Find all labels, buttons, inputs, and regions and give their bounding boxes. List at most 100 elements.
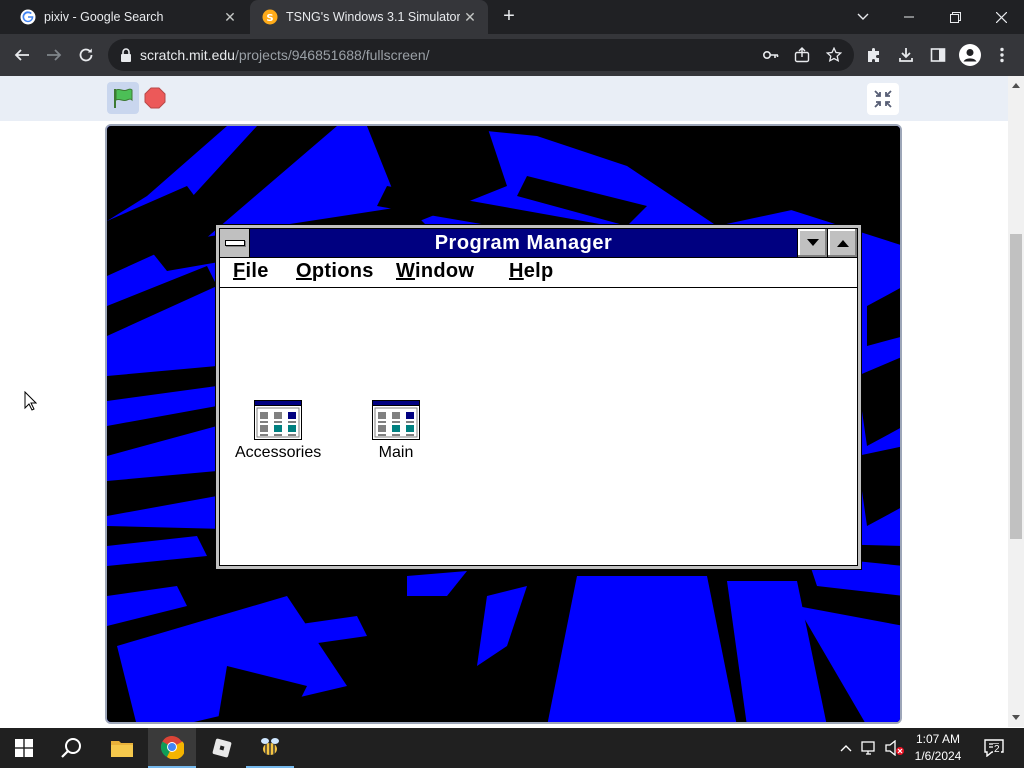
tab-google-search[interactable]: pixiv - Google Search ✕ [8, 0, 248, 34]
notifications-button[interactable]: 2 [980, 738, 1008, 758]
green-flag-button[interactable] [107, 82, 139, 114]
triangle-up-icon [836, 240, 849, 247]
side-panel-button[interactable] [924, 41, 952, 69]
more-vertical-icon [1000, 47, 1004, 63]
browser-toolbar: scratch.mit.edu/projects/946851688/fulls… [0, 34, 1024, 76]
scratch-icon: S [262, 9, 278, 25]
menu-accelerator: O [296, 260, 312, 282]
menu-window[interactable]: Window [396, 260, 474, 283]
taskbar-chrome[interactable] [148, 728, 196, 768]
close-window-button[interactable] [978, 0, 1024, 34]
bee-icon [261, 738, 279, 755]
arrow-right-icon [47, 49, 62, 61]
google-g-icon [20, 9, 36, 25]
volume-status[interactable] [884, 738, 906, 758]
group-icon-accessories[interactable]: Accessories [235, 400, 321, 462]
program-manager-workspace: Accessories Main [220, 289, 857, 565]
system-menu-button[interactable] [220, 229, 250, 257]
share-icon[interactable] [794, 47, 810, 63]
close-icon [995, 11, 1007, 23]
close-icon[interactable]: ✕ [460, 9, 480, 26]
address-bar[interactable]: scratch.mit.edu/projects/946851688/fulls… [108, 39, 854, 71]
tab-scratch-project[interactable]: S TSNG's Windows 3.1 Simulator on Scratc… [250, 0, 488, 34]
taskbar-clock[interactable]: 1:07 AM 1/6/2024 [904, 731, 972, 765]
volume-muted-icon [885, 740, 904, 756]
network-icon [861, 741, 875, 755]
triangle-down-icon [806, 239, 819, 246]
exit-fullscreen-button[interactable] [867, 83, 899, 115]
reload-button[interactable] [72, 41, 100, 69]
clock-date: 1/6/2024 [914, 749, 962, 763]
extensions-button[interactable] [860, 41, 888, 69]
restore-icon [949, 11, 961, 23]
program-manager-frame: Program Manager File Options Window Help [219, 228, 858, 566]
forward-button[interactable] [40, 41, 68, 69]
window-title: Program Manager [434, 232, 613, 254]
scroll-down-icon[interactable] [1012, 715, 1020, 721]
download-icon [899, 48, 913, 62]
stop-button[interactable] [143, 86, 167, 110]
taskbar-bee-app[interactable] [246, 728, 294, 768]
star-icon[interactable] [826, 47, 842, 63]
url-path: /projects/946851688/fullscreen/ [234, 47, 430, 63]
group-icon-main[interactable]: Main [372, 400, 420, 462]
menu-label: indow [415, 260, 475, 282]
new-tab-button[interactable]: + [498, 6, 520, 28]
browser-tab-strip: pixiv - Google Search ✕ S TSNG's Windows… [0, 0, 1024, 34]
scroll-up-icon[interactable] [1012, 82, 1020, 88]
menu-file[interactable]: File [233, 260, 269, 283]
menu-options[interactable]: Options [296, 260, 374, 283]
network-status[interactable] [860, 738, 880, 758]
profile-button[interactable] [956, 41, 984, 69]
scratch-control-bar [0, 76, 1008, 121]
tab-title: pixiv - Google Search [44, 10, 164, 24]
menu-button[interactable] [988, 41, 1016, 69]
notification-count: 2 [993, 744, 1001, 755]
group-label: Accessories [235, 444, 322, 461]
menu-label: ile [245, 260, 269, 282]
taskbar-file-explorer[interactable] [98, 728, 146, 768]
program-manager-titlebar[interactable]: Program Manager [220, 229, 857, 258]
svg-text:S: S [266, 13, 273, 24]
start-button[interactable] [0, 728, 48, 768]
chrome-icon [160, 736, 184, 759]
stop-icon [144, 87, 166, 109]
url-host: scratch.mit.edu [140, 47, 235, 63]
program-manager-window[interactable]: Program Manager File Options Window Help [215, 224, 862, 570]
minimize-button[interactable] [886, 0, 932, 34]
scratch-stage[interactable]: Program Manager File Options Window Help [105, 124, 902, 724]
reload-icon [79, 48, 93, 62]
windows-taskbar: 1:07 AM 1/6/2024 2 [0, 728, 1024, 768]
close-icon[interactable]: ✕ [220, 9, 240, 26]
restore-button[interactable] [932, 0, 978, 34]
menu-label: ptions [311, 260, 374, 282]
menu-label: elp [523, 260, 554, 282]
group-label: Main [378, 444, 414, 461]
back-button[interactable] [8, 41, 36, 69]
search-icon [61, 738, 81, 758]
minimize-button[interactable] [797, 229, 827, 257]
folder-icon [111, 741, 133, 757]
program-manager-menubar: File Options Window Help [220, 258, 857, 288]
roblox-icon [212, 738, 232, 758]
green-flag-icon [114, 88, 133, 108]
exit-fullscreen-icon [874, 90, 892, 108]
avatar-icon [959, 44, 981, 66]
menu-accelerator: H [509, 260, 524, 282]
search-button[interactable] [48, 728, 96, 768]
minimize-icon [904, 16, 914, 18]
menu-accelerator: W [396, 260, 416, 282]
scrollbar-thumb[interactable] [1010, 234, 1022, 539]
tab-title: TSNG's Windows 3.1 Simulator on Scratch [286, 10, 460, 24]
show-hidden-icons-button[interactable] [838, 738, 854, 758]
maximize-button[interactable] [827, 229, 857, 257]
taskbar-roblox[interactable] [198, 728, 246, 768]
chevron-down-icon [857, 13, 869, 20]
downloads-button[interactable] [892, 41, 920, 69]
tab-search-button[interactable] [840, 0, 886, 34]
menu-help[interactable]: Help [509, 260, 554, 283]
windows-logo-icon [15, 739, 33, 757]
key-icon[interactable] [763, 50, 779, 60]
program-group-icon [254, 400, 303, 440]
page-scrollbar[interactable] [1008, 76, 1024, 727]
